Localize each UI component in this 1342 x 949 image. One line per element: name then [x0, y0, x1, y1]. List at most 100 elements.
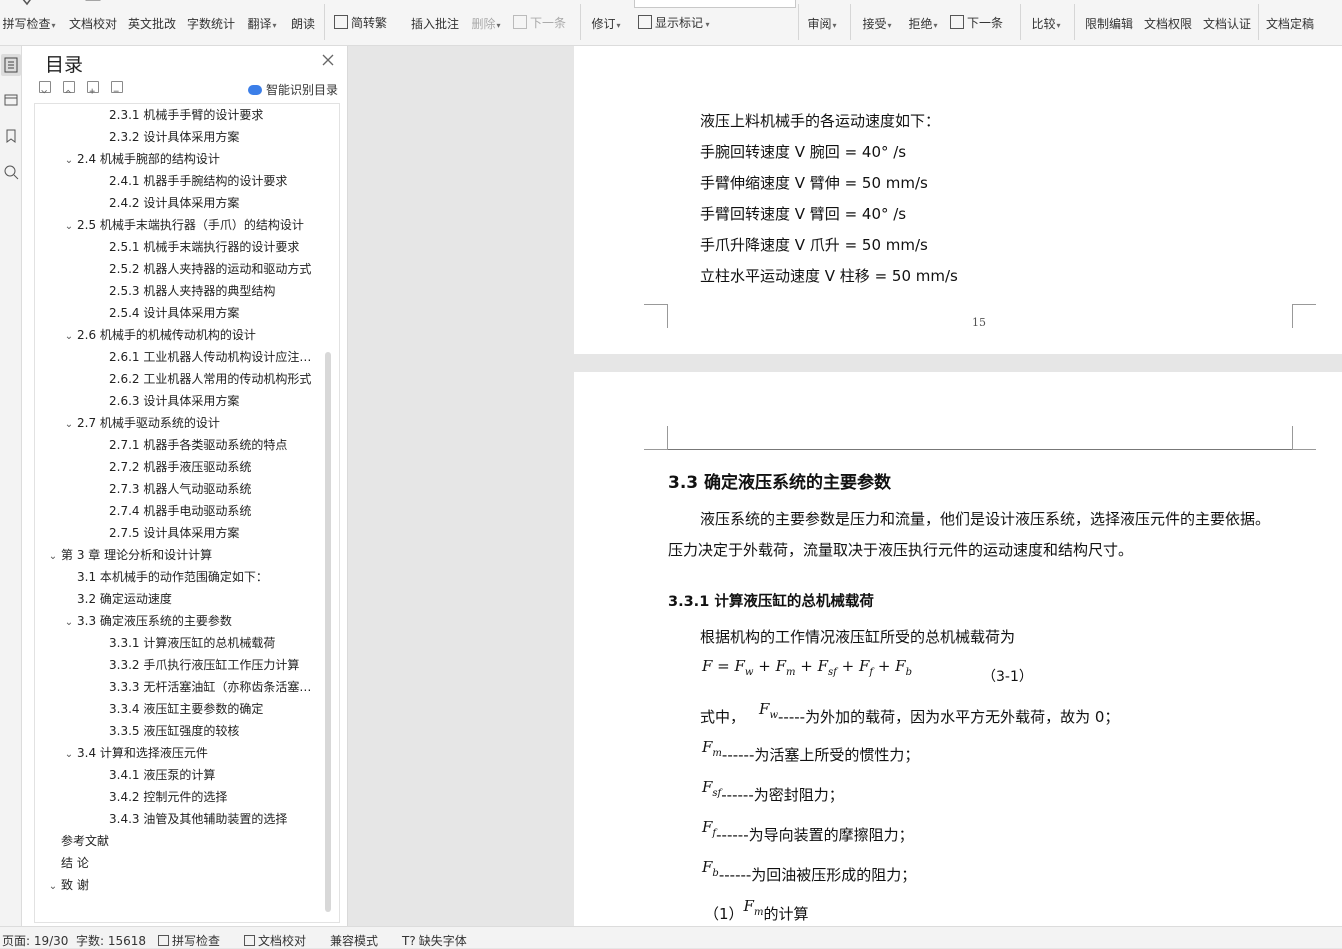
markup-mode-select[interactable]	[634, 0, 796, 8]
toc-item[interactable]: 2.6.1 工业机器人传动机构设计应注意的问题	[93, 347, 315, 367]
read-aloud-button[interactable]: 朗读	[287, 0, 319, 44]
chevron-down-icon[interactable]: ⌄	[45, 547, 61, 565]
chevron-down-icon[interactable]: ⌄	[45, 877, 61, 895]
ribbon-separator	[324, 4, 325, 40]
toc-item[interactable]: ⌄ 2.5 机械手末端执行器（手爪）的结构设计	[61, 215, 315, 235]
missing-font-indicator[interactable]: T? 缺失字体	[402, 932, 467, 949]
reject-button[interactable]: 拒绝	[902, 0, 944, 44]
page-indicator[interactable]: 页面: 19/30	[2, 932, 68, 949]
revise-icon	[596, 0, 616, 10]
toc-item[interactable]: 2.5.4 设计具体采用方案	[93, 303, 315, 323]
compare-icon	[1036, 0, 1056, 10]
chevron-down-icon[interactable]: ⌄	[61, 415, 77, 433]
expand-up-icon[interactable]	[63, 81, 75, 94]
show-markup-label: 显示标记	[655, 16, 704, 30]
doc-permission-button[interactable]: 文档权限	[1142, 0, 1194, 44]
toc-item[interactable]: ⌄ 致 谢	[45, 875, 315, 895]
show-markup-button[interactable]: 显示标记 ▾	[638, 14, 710, 31]
toc-item[interactable]: 结 论	[45, 853, 315, 873]
doc-finalize-button[interactable]: 文档定稿	[1262, 0, 1318, 44]
toc-panel-tab[interactable]	[1, 54, 21, 76]
doc-certify-button[interactable]: 文档认证	[1200, 0, 1254, 44]
smart-toc-button[interactable]: 智能识别目录	[248, 81, 338, 98]
toc-item[interactable]: 3.3.3 无杆活塞油缸（亦称齿条活塞油缸）	[93, 677, 315, 697]
status-spell-check[interactable]: 拼写检查	[158, 932, 220, 949]
status-doc-proof[interactable]: 文档校对	[244, 932, 306, 949]
chevron-down-icon[interactable]: ⌄	[61, 217, 77, 235]
doc-proof-button[interactable]: 文档校对	[66, 0, 120, 44]
remove-heading-icon[interactable]	[111, 81, 123, 93]
toc-item[interactable]: 3.3.2 手爪执行液压缸工作压力计算	[93, 655, 315, 675]
body-paragraph: 液压系统的主要参数是压力和流量，他们是设计液压系统，选择液压元件的主要依据。	[700, 510, 1271, 528]
chevron-down-icon[interactable]: ⌄	[61, 613, 77, 631]
toc-item[interactable]: ⌄ 3.4 计算和选择液压元件	[61, 743, 315, 763]
toc-item[interactable]: 2.5.2 机器人夹持器的运动和驱动方式	[93, 259, 315, 279]
side-icon-rail	[0, 46, 22, 926]
doc-proof-icon	[85, 0, 101, 1]
translate-button[interactable]: 翻译	[243, 0, 281, 44]
comment-icon	[425, 0, 445, 10]
accept-button[interactable]: 接受	[856, 0, 898, 44]
chevron-down-icon[interactable]: ⌄	[61, 151, 77, 169]
toc-item[interactable]: 2.7.2 机器手液压驱动系统	[93, 457, 315, 477]
toc-item[interactable]: 2.6.2 工业机器人常用的传动机构形式	[93, 369, 315, 389]
bookmark-list-icon[interactable]	[3, 92, 19, 108]
toc-item[interactable]: 2.6.3 设计具体采用方案	[93, 391, 315, 411]
search-icon[interactable]	[3, 164, 19, 180]
toc-item[interactable]: 2.4.1 机器手手腕结构的设计要求	[93, 171, 315, 191]
doc-finalize-label: 文档定稿	[1265, 17, 1314, 31]
toc-item[interactable]: ⌄ 2.6 机械手的机械传动机构的设计	[61, 325, 315, 345]
word-count-button[interactable]: 字数统计	[185, 0, 237, 44]
review-button[interactable]: 审阅	[802, 0, 842, 44]
toc-item[interactable]: 2.5.1 机械手末端执行器的设计要求	[93, 237, 315, 257]
body-line: 液压上料机械手的各运动速度如下：	[700, 112, 941, 130]
next-comment-button[interactable]: 下一条	[513, 14, 566, 31]
toc-item[interactable]: 参考文献	[45, 831, 315, 851]
toc-item[interactable]: 3.3.1 计算液压缸的总机械载荷	[93, 633, 315, 653]
toc-item-label: 3.3.2 手爪执行液压缸工作压力计算	[109, 658, 300, 672]
collapse-all-icon[interactable]	[39, 81, 51, 94]
revise-button[interactable]: 修订	[586, 0, 626, 44]
insert-comment-button[interactable]: 插入批注	[409, 0, 461, 44]
toc-item[interactable]: 2.7.5 设计具体采用方案	[93, 523, 315, 543]
toc-item[interactable]: 3.3.5 液压缸强度的较核	[93, 721, 315, 741]
simp-trad-button[interactable]: 简转繁	[334, 14, 387, 31]
toc-item[interactable]: 2.5.3 机器人夹持器的典型结构	[93, 281, 315, 301]
compare-button[interactable]: 比较	[1026, 0, 1066, 44]
restrict-edit-button[interactable]: 限制编辑	[1082, 0, 1136, 44]
close-icon[interactable]	[321, 53, 335, 67]
toc-item[interactable]: ⌄ 第 3 章 理论分析和设计计算	[45, 545, 315, 565]
toc-item-label: 3.3.4 液压缸主要参数的确定	[109, 702, 264, 716]
toc-item[interactable]: 2.3.1 机械手手臂的设计要求	[93, 105, 315, 125]
toc-item-label: 3.4.3 油管及其他辅助装置的选择	[109, 812, 288, 826]
toc-item[interactable]: ⌄ 2.4 机械手腕部的结构设计	[61, 149, 315, 169]
add-heading-icon[interactable]	[87, 81, 99, 94]
toc-item-label: 2.5.3 机器人夹持器的典型结构	[109, 284, 276, 298]
chevron-down-icon[interactable]: ⌄	[61, 745, 77, 763]
toc-item[interactable]: ⌄ 3.3 确定液压系统的主要参数	[61, 611, 315, 631]
delete-comment-button[interactable]: 删除	[467, 0, 505, 44]
next-comment-icon	[513, 15, 527, 29]
en-review-button[interactable]: 英文批改	[126, 0, 178, 44]
spell-check-button[interactable]: 拼写检查	[0, 0, 58, 44]
toc-item[interactable]: 3.3.4 液压缸主要参数的确定	[93, 699, 315, 719]
toc-item[interactable]: 3.4.1 液压泵的计算	[93, 765, 315, 785]
toc-scrollbar[interactable]	[325, 352, 331, 912]
toc-item-label: 3.3.5 液压缸强度的较核	[109, 724, 240, 738]
toc-item[interactable]: 2.4.2 设计具体采用方案	[93, 193, 315, 213]
ribbon-separator	[850, 4, 851, 40]
toc-item[interactable]: ⌄ 2.7 机械手驱动系统的设计	[61, 413, 315, 433]
status-spell-check-label: 拼写检查	[172, 934, 221, 948]
toc-item[interactable]: 2.7.3 机器人气动驱动系统	[93, 479, 315, 499]
next-change-button[interactable]: 下一条	[950, 14, 1003, 31]
word-count-indicator[interactable]: 字数: 15618	[76, 932, 146, 949]
toc-item[interactable]: 3.4.3 油管及其他辅助装置的选择	[93, 809, 315, 829]
chevron-down-icon[interactable]: ⌄	[61, 327, 77, 345]
toc-item[interactable]: 3.1 本机械手的动作范围确定如下：	[61, 567, 315, 587]
toc-item[interactable]: 3.4.2 控制元件的选择	[93, 787, 315, 807]
toc-item[interactable]: 2.7.4 机器手电动驱动系统	[93, 501, 315, 521]
bookmark-icon[interactable]	[3, 128, 19, 144]
toc-item[interactable]: 2.3.2 设计具体采用方案	[93, 127, 315, 147]
toc-item[interactable]: 3.2 确定运动速度	[61, 589, 315, 609]
toc-item[interactable]: 2.7.1 机器手各类驱动系统的特点	[93, 435, 315, 455]
